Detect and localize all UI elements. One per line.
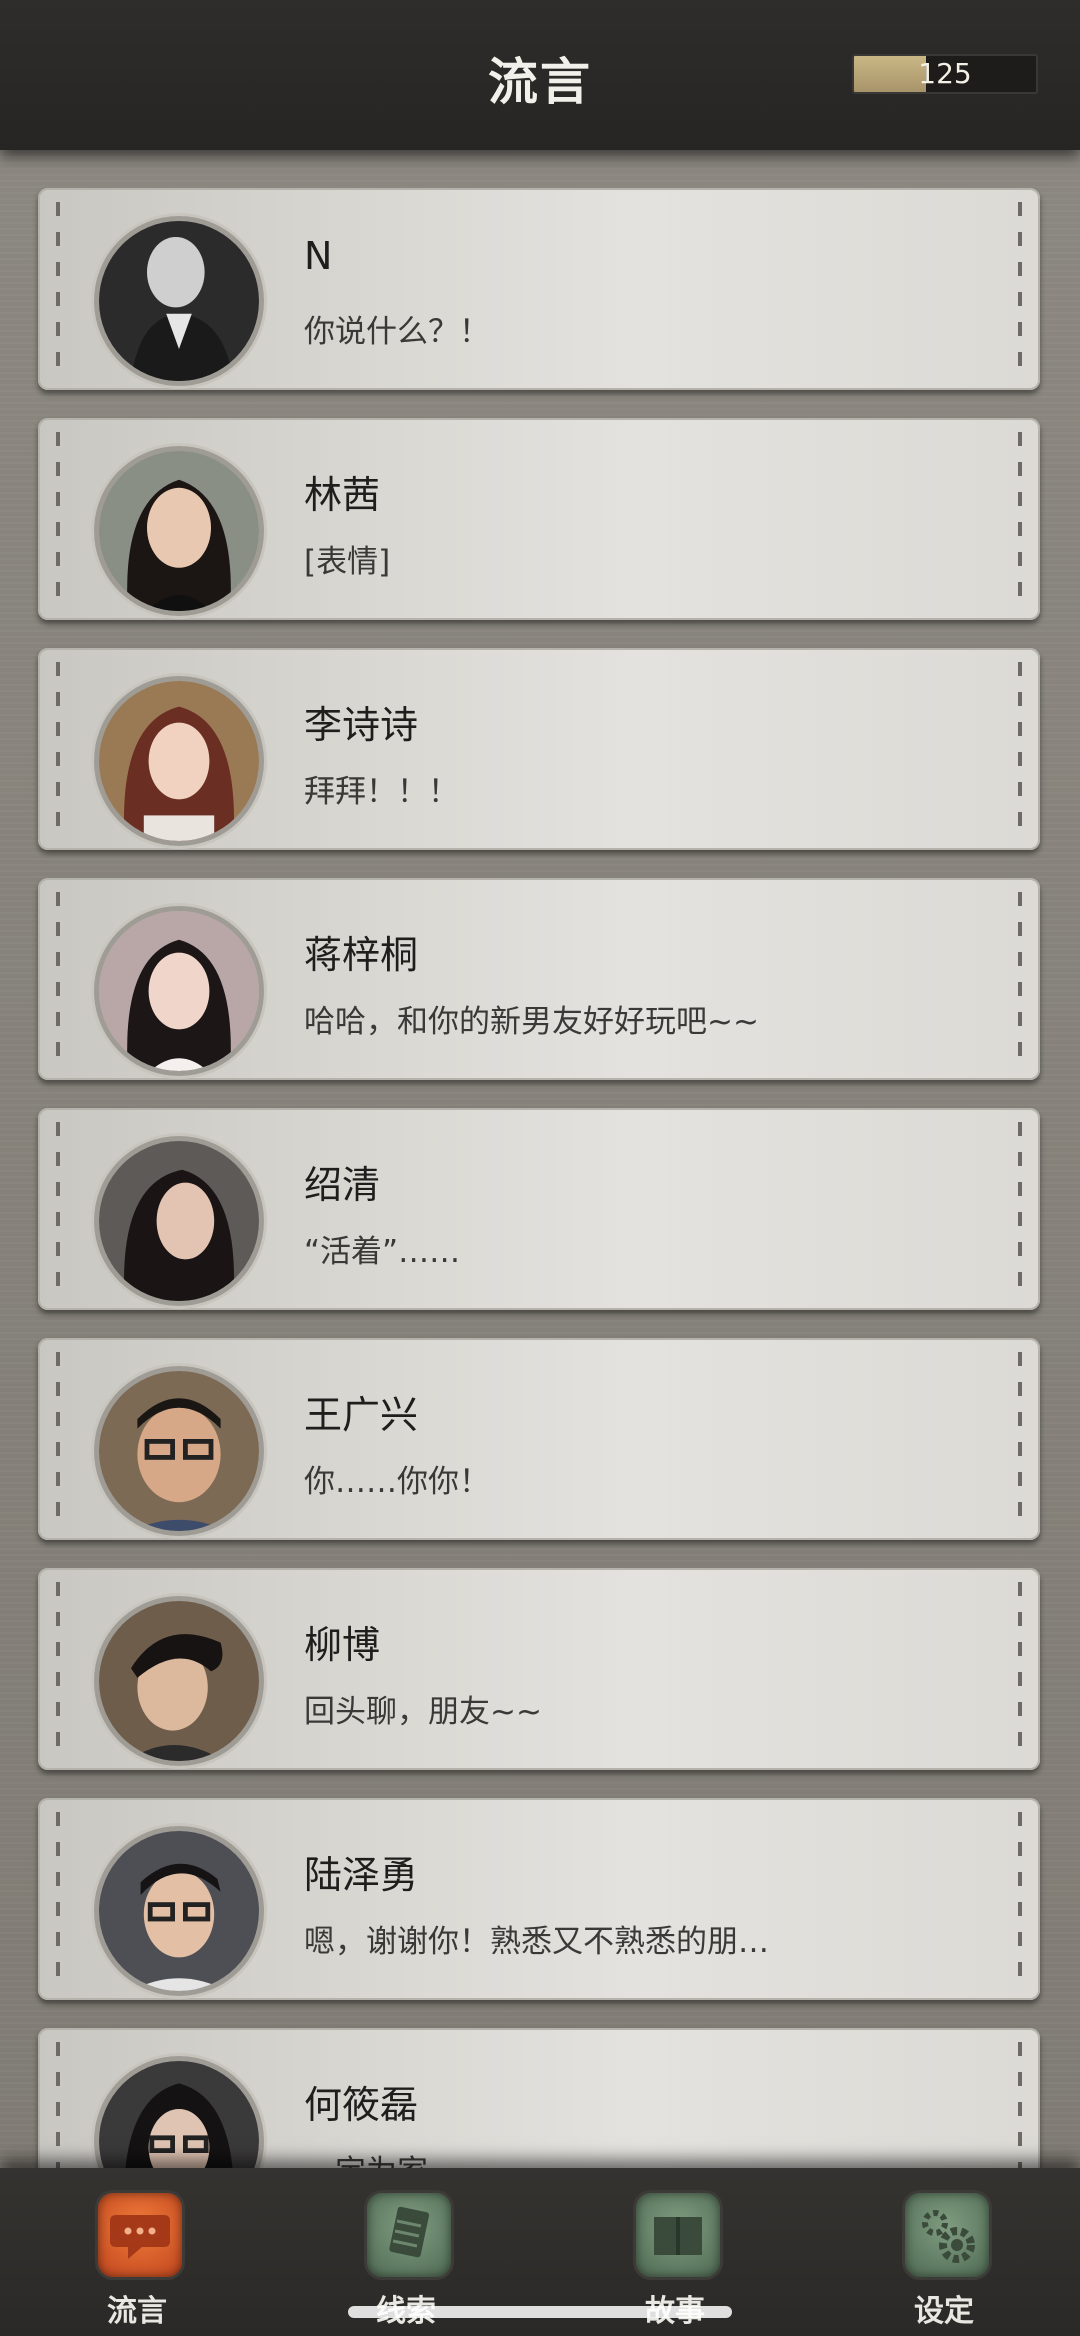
chat-list[interactable]: N 你说什么？！ 林茜 [表情] 李诗诗 拜拜！！！ 蒋梓桐 哈哈，和你的新男友…: [0, 150, 1080, 2168]
chat-item-luzeyong[interactable]: 陆泽勇 嗯，谢谢你！熟悉又不熟悉的朋…: [38, 1798, 1040, 2000]
avatar: [94, 1826, 264, 1996]
chat-item-n[interactable]: N 你说什么？！: [38, 188, 1040, 390]
avatar: [94, 1136, 264, 1306]
top-header: 流言 125: [0, 0, 1080, 150]
avatar: [94, 1366, 264, 1536]
tab-label: 流言: [107, 2294, 167, 2329]
avatar: [94, 1596, 264, 1766]
chat-bubble-icon: [95, 2190, 185, 2280]
tab-settings[interactable]: 设定: [889, 2190, 999, 2330]
chat-item-shaoqing[interactable]: 绍清 “活着”……: [38, 1108, 1040, 1310]
contact-name: 王广兴: [304, 1393, 419, 1437]
chat-item-lishishi[interactable]: 李诗诗 拜拜！！！: [38, 648, 1040, 850]
settings-gear-icon: [902, 2190, 992, 2280]
chat-item-jiangzitong[interactable]: 蒋梓桐 哈哈，和你的新男友好好玩吧~~: [38, 878, 1040, 1080]
last-message: 你说什么？！: [304, 314, 490, 350]
chat-item-hexiaolei[interactable]: 何筱磊 一定为家: [38, 2028, 1040, 2168]
avatar: [94, 906, 264, 1076]
contact-name: 陆泽勇: [304, 1853, 419, 1897]
last-message: 回头聊，朋友~~: [304, 1694, 542, 1730]
contact-name: 绍清: [304, 1163, 381, 1207]
last-message: 你……你你！: [304, 1464, 490, 1500]
contact-name: 林茜: [304, 473, 381, 517]
tab-rumors[interactable]: 流言: [82, 2190, 192, 2330]
notes-icon: [364, 2190, 454, 2280]
chat-item-liubo[interactable]: 柳博 回头聊，朋友~~: [38, 1568, 1040, 1770]
last-message: 拜拜！！！: [304, 774, 459, 810]
contact-name: 何筱磊: [304, 2083, 419, 2127]
currency-bar[interactable]: 125: [852, 54, 1038, 94]
contact-name: 蒋梓桐: [304, 933, 419, 977]
last-message: [表情]: [304, 544, 391, 580]
contact-name: 李诗诗: [304, 703, 419, 747]
avatar: [94, 216, 264, 386]
home-indicator[interactable]: [348, 2306, 732, 2318]
book-icon: [633, 2190, 723, 2280]
avatar: [94, 676, 264, 846]
chat-item-linqian[interactable]: 林茜 [表情]: [38, 418, 1040, 620]
avatar: [94, 446, 264, 616]
last-message: 嗯，谢谢你！熟悉又不熟悉的朋…: [304, 1924, 769, 1960]
chat-item-wangguangxing[interactable]: 王广兴 你……你你！: [38, 1338, 1040, 1540]
last-message: 一定为家: [304, 2146, 428, 2168]
contact-name: 柳博: [304, 1623, 381, 1667]
contact-name: N: [304, 234, 333, 278]
tab-label: 设定: [914, 2294, 974, 2329]
avatar: [94, 2056, 264, 2168]
last-message: “活着”……: [304, 1234, 461, 1270]
currency-value: 125: [918, 57, 972, 90]
last-message: 哈哈，和你的新男友好好玩吧~~: [304, 1004, 759, 1040]
